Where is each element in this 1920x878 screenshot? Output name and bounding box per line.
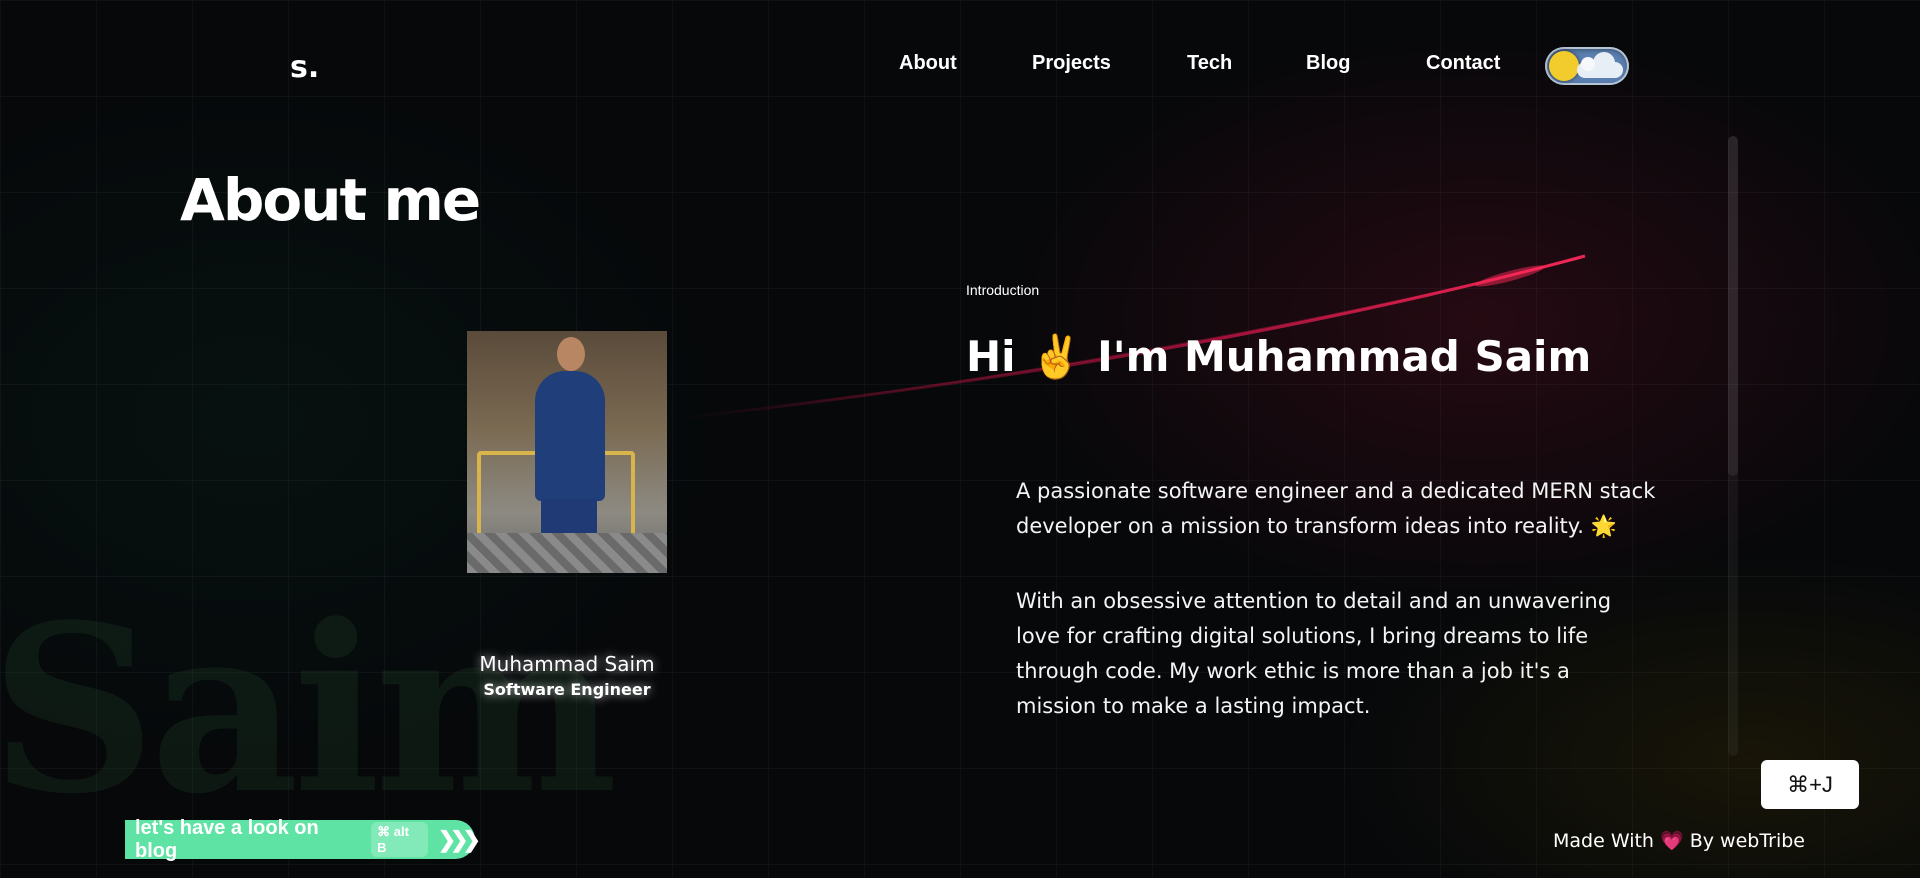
chevrons-right-icon: ❯❯❯ [437,826,481,852]
command-palette-button[interactable]: ⌘+J [1761,760,1859,809]
section-title: About me [180,166,481,234]
intro-label: Introduction [966,282,1040,298]
heart-icon: 💗 [1660,830,1684,852]
footer-prefix: Made With [1553,830,1654,852]
nav-item-tech[interactable]: Tech [1187,52,1232,75]
nav-item-projects[interactable]: Projects [1032,52,1111,75]
nav-item-about[interactable]: About [899,52,957,75]
about-paragraph-1: A passionate software engineer and a ded… [1016,479,1656,538]
blog-link-button[interactable]: let's have a look on blog ⌘ alt B ❯❯❯ [125,817,481,862]
site-logo[interactable]: s. [290,50,319,85]
nav-item-blog[interactable]: Blog [1306,52,1350,75]
cloud-icon [1577,52,1623,78]
decorative-streak [679,254,1586,420]
profile-name: Muhammad Saim [479,652,655,676]
nav-item-contact[interactable]: Contact [1426,52,1500,75]
intro-heading: Hi ✌️ I'm Muhammad Saim [966,332,1592,381]
footer-suffix[interactable]: By webTribe [1690,830,1805,852]
about-paragraph-2: With an obsessive attention to detail an… [1016,589,1612,718]
profile-role: Software Engineer [483,680,651,699]
blog-link-label: let's have a look on blog [135,816,319,862]
sun-icon [1549,51,1579,81]
scrollbar-thumb[interactable] [1728,136,1738,476]
content-scrollbar[interactable] [1728,136,1738,756]
blog-shortcut: ⌘ alt B [371,822,428,857]
theme-toggle[interactable] [1545,47,1629,85]
profile-card: Muhammad Saim Software Engineer [467,652,667,699]
footer-credit: Made With 💗 By webTribe [1553,829,1805,852]
profile-photo [467,331,667,573]
